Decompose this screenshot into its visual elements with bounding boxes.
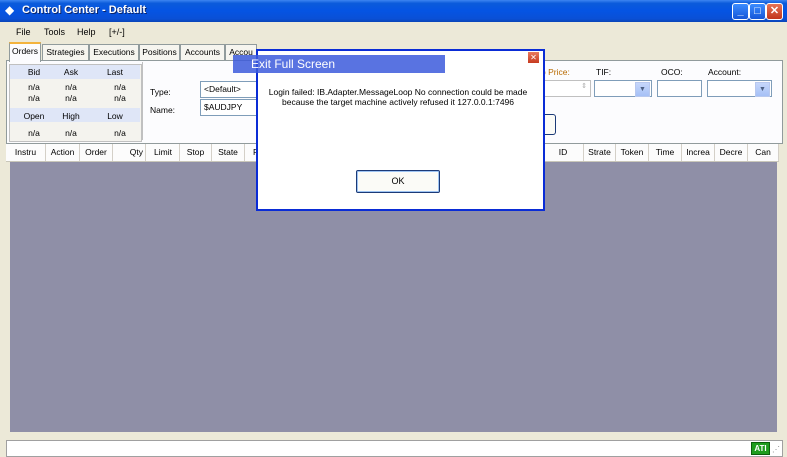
tif-label: TIF: xyxy=(596,67,612,77)
menu-tools[interactable]: Tools xyxy=(44,27,65,37)
column-id[interactable]: ID xyxy=(543,144,584,161)
menu-toggle[interactable]: [+/-] xyxy=(109,27,125,37)
minimize-button[interactable]: _ xyxy=(732,3,749,20)
column-state[interactable]: State xyxy=(212,144,245,161)
account-select[interactable]: ▼ xyxy=(707,80,772,97)
resize-grip-icon[interactable]: ⋰ xyxy=(772,445,780,454)
oco-label: OCO: xyxy=(661,67,683,77)
column-action[interactable]: Action xyxy=(46,144,80,161)
dialog-message-line1: Login failed: IB.Adapter.MessageLoop No … xyxy=(268,87,528,97)
maximize-button[interactable]: □ xyxy=(749,3,766,20)
high-value: n/a xyxy=(65,128,77,138)
ok-button[interactable]: OK xyxy=(356,170,440,193)
ati-status-badge: ATI xyxy=(751,442,770,455)
spinner-icon[interactable]: ⇕ xyxy=(581,82,587,90)
tab-executions[interactable]: Executions xyxy=(89,44,139,60)
dialog-close-icon[interactable]: ✕ xyxy=(527,51,540,64)
bid-label: Bid xyxy=(27,67,41,77)
ask-label: Ask xyxy=(63,67,79,77)
last-size: n/a xyxy=(114,93,126,103)
column-cancel[interactable]: Can xyxy=(748,144,779,161)
low-value: n/a xyxy=(114,128,126,138)
exit-fullscreen-button[interactable]: Exit Full Screen xyxy=(233,55,445,73)
name-value: $AUDJPY xyxy=(204,102,243,112)
type-select[interactable]: <Default> xyxy=(200,81,260,98)
menu-file[interactable]: File xyxy=(16,27,31,37)
tif-select[interactable]: ▼ xyxy=(594,80,652,97)
tab-strategies[interactable]: Strategies xyxy=(42,44,89,60)
column-increase[interactable]: Increa xyxy=(682,144,715,161)
column-token[interactable]: Token xyxy=(616,144,649,161)
chevron-down-icon[interactable]: ▼ xyxy=(755,82,770,97)
status-bar xyxy=(6,440,783,457)
window-title: Control Center - Default xyxy=(22,4,147,16)
stop-price-field[interactable]: ⇕ xyxy=(541,80,591,97)
open-value: n/a xyxy=(28,128,40,138)
close-button[interactable]: ✕ xyxy=(766,3,783,20)
tab-orders[interactable]: Orders xyxy=(9,42,41,62)
oco-field[interactable] xyxy=(657,80,702,97)
type-value: <Default> xyxy=(204,84,241,94)
dialog-message-line2: because the target machine actively refu… xyxy=(281,97,514,107)
name-label: Name: xyxy=(150,105,176,115)
bid-size: n/a xyxy=(28,93,40,103)
stop-price-label: p Price: xyxy=(541,67,570,77)
divider xyxy=(142,62,143,140)
last-label: Last xyxy=(106,67,124,77)
menu-help[interactable]: Help xyxy=(77,27,96,37)
ask-size: n/a xyxy=(65,93,77,103)
tab-accounts[interactable]: Accounts xyxy=(180,44,225,60)
type-label: Type: xyxy=(150,87,171,97)
name-field[interactable]: $AUDJPY xyxy=(200,99,260,116)
low-label: Low xyxy=(107,111,123,121)
dialog-message: Login failed: IB.Adapter.MessageLoop No … xyxy=(266,87,530,107)
title-bar: ◆ Control Center - Default _ □ ✕ xyxy=(0,0,787,22)
bid-value: n/a xyxy=(28,82,40,92)
column-stop[interactable]: Stop xyxy=(180,144,212,161)
tab-positions[interactable]: Positions xyxy=(139,44,180,60)
column-order[interactable]: Order xyxy=(80,144,113,161)
ask-value: n/a xyxy=(65,82,77,92)
last-value: n/a xyxy=(114,82,126,92)
column-instrument[interactable]: Instru xyxy=(6,144,46,161)
open-label: Open xyxy=(23,111,45,121)
column-strategy[interactable]: Strate xyxy=(584,144,616,161)
column-qty[interactable]: Qty xyxy=(113,144,146,161)
app-icon: ◆ xyxy=(5,3,15,17)
column-time[interactable]: Time xyxy=(649,144,682,161)
column-decrease[interactable]: Decre xyxy=(715,144,748,161)
chevron-down-icon[interactable]: ▼ xyxy=(635,82,650,97)
column-limit[interactable]: Limit xyxy=(147,144,180,161)
high-label: High xyxy=(62,111,80,121)
account-label: Account: xyxy=(708,67,742,77)
